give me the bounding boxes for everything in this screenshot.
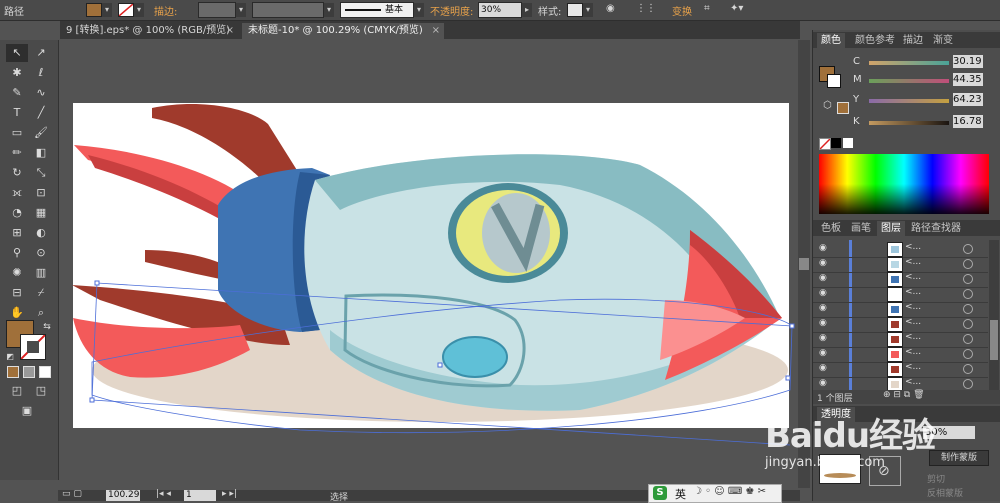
layer-name: <... — [905, 242, 922, 252]
selection-handle[interactable] — [94, 280, 100, 286]
tab-stroke[interactable]: 描边 — [899, 33, 927, 48]
layer-name: <... — [905, 272, 922, 282]
eye-icon[interactable]: ◉ — [819, 243, 831, 253]
target-icon[interactable] — [963, 334, 973, 344]
color-spectrum[interactable] — [819, 154, 989, 214]
eye-icon[interactable]: ◉ — [819, 288, 831, 298]
target-icon[interactable] — [963, 319, 973, 329]
layer-actions-icon[interactable]: ⊕ ⊟ ⧉ 🗑 — [883, 390, 925, 400]
middle-back-fin[interactable] — [145, 250, 225, 280]
target-icon[interactable] — [963, 349, 973, 359]
yellow-value[interactable]: 64.23 — [953, 93, 983, 106]
layer-count: 1 个图层 — [817, 394, 853, 404]
color-panel-tabs: 颜色 颜色参考 描边 渐变 — [813, 32, 1000, 48]
target-icon[interactable] — [963, 244, 973, 254]
cyan-label: C — [853, 56, 860, 67]
cube-icon: ⬡ — [823, 100, 832, 111]
layer-name: <... — [905, 332, 922, 342]
eye-icon[interactable]: ◉ — [819, 333, 831, 343]
yellow-slider[interactable] — [869, 99, 949, 103]
baidu-watermark: Baidu经验 jingyan.baidu.com — [765, 408, 936, 470]
eye-icon[interactable]: ◉ — [819, 378, 831, 388]
layers-panel-tabs: 色板 画笔 图层 路径查找器 — [813, 220, 1000, 236]
watermark-brand: Baidu经验 — [765, 416, 936, 456]
page-nav-icon[interactable]: |◂ ◂ — [156, 489, 171, 499]
out-of-gamut-swatch[interactable] — [837, 102, 849, 114]
tab-gradient[interactable]: 渐变 — [929, 33, 957, 48]
selection-handle[interactable] — [89, 397, 95, 403]
layers-footer: 1 个图层 ⊕ ⊟ ⧉ 🗑 — [813, 390, 1000, 404]
ime-tools-icon[interactable]: ☽ ◦ ☺ ⌨ ♚ ✂ — [693, 486, 766, 497]
page-next-icon[interactable]: ▸ ▸| — [222, 489, 237, 499]
layer-name: <... — [905, 377, 922, 387]
selection-handle[interactable] — [437, 362, 443, 368]
tab-brushes[interactable]: 画笔 — [847, 221, 875, 236]
tab-layers[interactable]: 图层 — [877, 221, 905, 236]
panel-stroke-swatch[interactable] — [827, 74, 841, 88]
zoom-field[interactable]: 100.29 — [106, 490, 140, 501]
target-icon[interactable] — [963, 289, 973, 299]
eye-icon[interactable]: ◉ — [819, 258, 831, 268]
layers-scroll-thumb[interactable] — [990, 320, 998, 360]
black-slider[interactable] — [869, 121, 949, 125]
black-value[interactable]: 16.78 — [953, 115, 983, 128]
vertical-scroll-thumb[interactable] — [799, 258, 809, 270]
status-menu-icon[interactable]: ▭ ▢ — [62, 489, 82, 499]
layer-name: <... — [905, 347, 922, 357]
cyan-value[interactable]: 30.19 — [953, 55, 983, 68]
eye-icon[interactable]: ◉ — [819, 348, 831, 358]
target-icon[interactable] — [963, 304, 973, 314]
magenta-label: M — [853, 74, 862, 85]
none-swatch[interactable] — [819, 138, 831, 150]
layer-list: ◉ <... ◉ <... ◉ <... ◉ <... ◉ <... ◉ <... ◉ <... ◉ <...… — [813, 240, 988, 393]
magenta-value[interactable]: 44.35 — [953, 73, 983, 86]
selection-handle[interactable] — [785, 375, 791, 381]
tab-color[interactable]: 颜色 — [817, 33, 845, 48]
door-porthole[interactable] — [442, 336, 508, 378]
target-icon[interactable] — [963, 274, 973, 284]
watermark-url: jingyan.baidu.com — [765, 455, 885, 470]
cyan-slider[interactable] — [869, 61, 949, 65]
ime-language[interactable]: 英 — [675, 486, 686, 502]
yellow-label: Y — [853, 94, 860, 105]
target-icon[interactable] — [963, 259, 973, 269]
black-label: K — [853, 116, 860, 127]
clip-checkbox-label[interactable]: 剪切 — [927, 472, 945, 485]
magenta-slider[interactable] — [869, 79, 949, 83]
eye-icon[interactable]: ◉ — [819, 273, 831, 283]
black-swatch[interactable] — [831, 138, 841, 148]
layer-name: <... — [905, 302, 922, 312]
target-icon[interactable] — [963, 379, 973, 389]
thumbnail-shape — [824, 473, 856, 478]
tab-pathfinder[interactable]: 路径查找器 — [907, 221, 965, 236]
tab-color-guide[interactable]: 颜色参考 — [851, 33, 899, 48]
make-mask-button[interactable]: 制作蒙版 — [929, 450, 989, 466]
ime-toolbar[interactable]: S 英 ☽ ◦ ☺ ⌨ ♚ ✂ — [648, 484, 782, 503]
layer-name: <... — [905, 287, 922, 297]
invert-mask-checkbox-label[interactable]: 反相蒙版 — [927, 486, 963, 499]
eye-icon[interactable]: ◉ — [819, 318, 831, 328]
selection-handle[interactable] — [789, 323, 795, 329]
sogou-icon: S — [653, 486, 667, 500]
target-icon[interactable] — [963, 364, 973, 374]
layer-name: <... — [905, 257, 922, 267]
rocket-illustration[interactable] — [0, 0, 812, 460]
page-field[interactable]: 1 — [184, 490, 216, 501]
eye-icon[interactable]: ◉ — [819, 303, 831, 313]
layer-name: <... — [905, 362, 922, 372]
eye-icon[interactable]: ◉ — [819, 363, 831, 373]
white-swatch[interactable] — [843, 138, 853, 148]
tab-swatches[interactable]: 色板 — [817, 221, 845, 236]
current-tool-label: 选择 — [330, 493, 349, 503]
layer-name: <... — [905, 317, 922, 327]
layers-scrollbar[interactable] — [989, 240, 999, 392]
no-color-icon — [819, 138, 831, 150]
